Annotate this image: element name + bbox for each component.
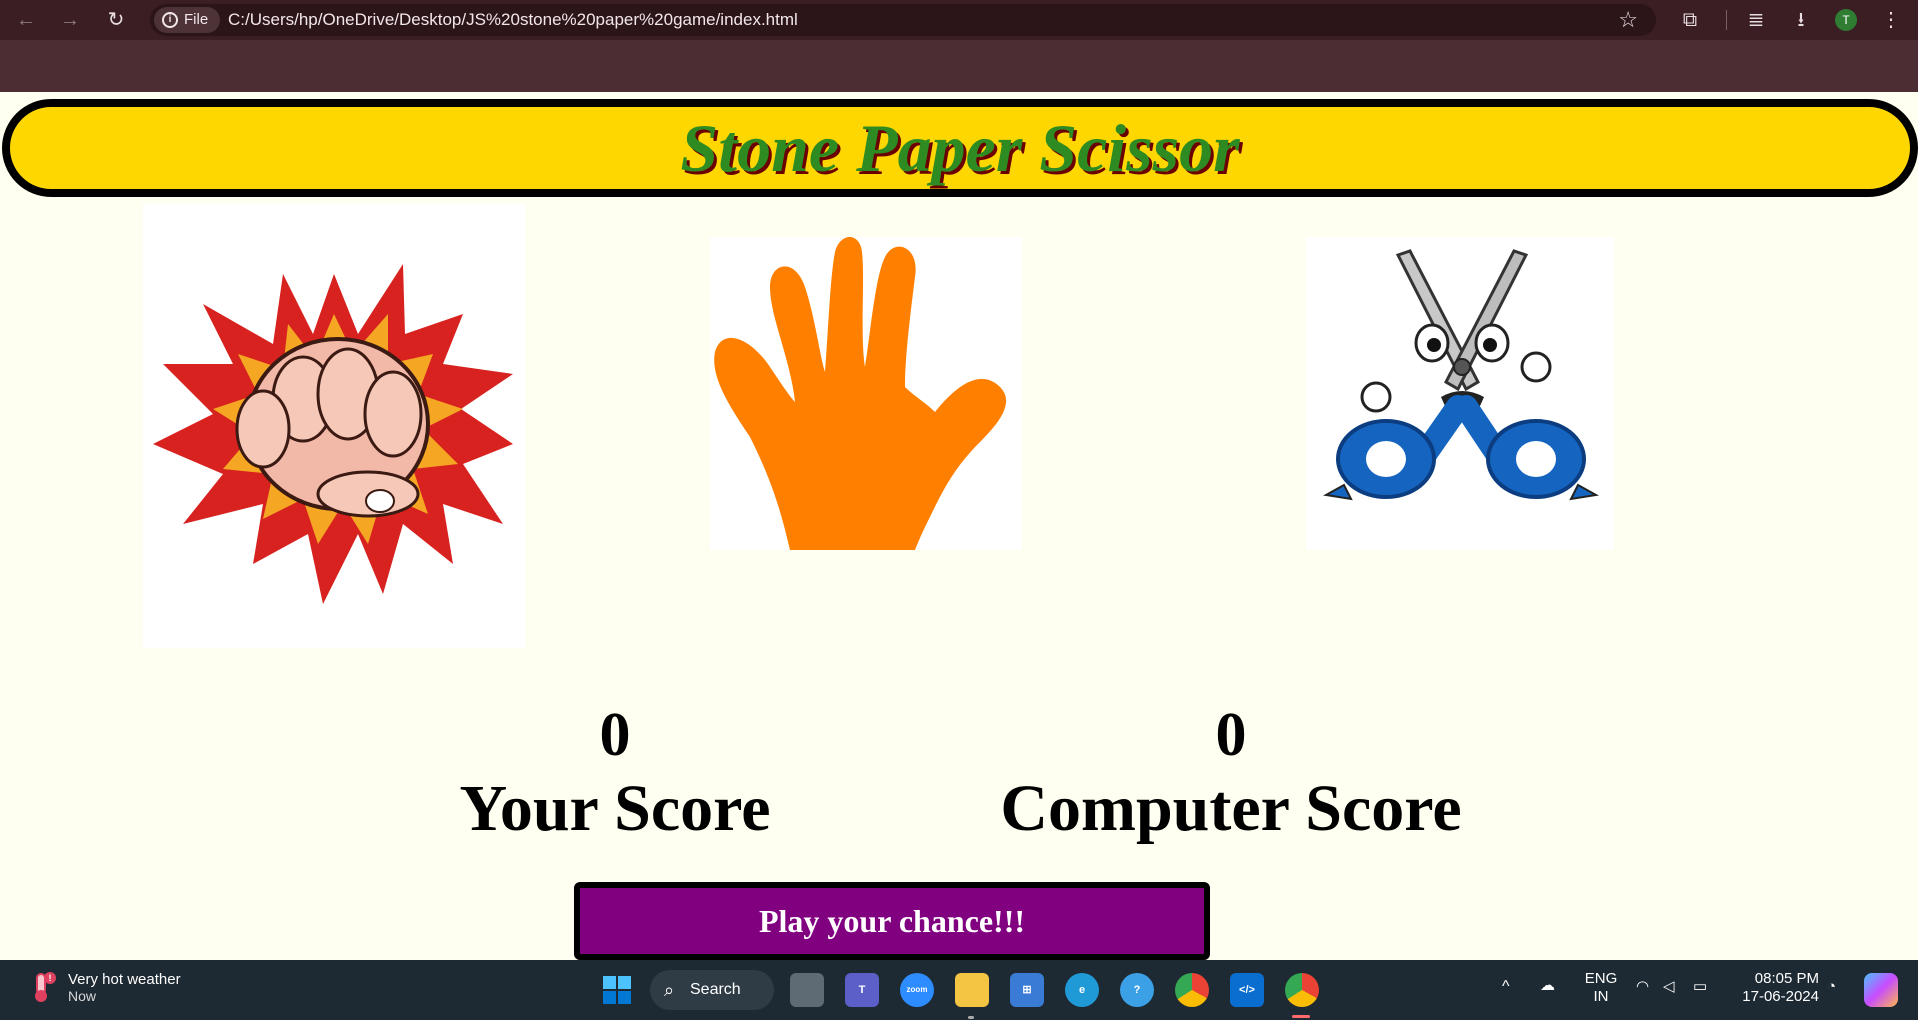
- weather-subtitle: Now: [68, 987, 97, 1004]
- title-banner: Stone Paper Scissor: [2, 99, 1918, 197]
- chrome-icon[interactable]: [1175, 973, 1209, 1007]
- computer-score-label: Computer Score: [1000, 772, 1462, 845]
- running-indicator: [968, 1016, 974, 1019]
- cartoon-scissors-icon: [1322, 249, 1600, 501]
- choice-stone[interactable]: [143, 204, 525, 648]
- language-label: ENG: [1584, 970, 1618, 987]
- extensions-icon[interactable]: ⧉: [1676, 6, 1704, 34]
- profile-avatar[interactable]: T: [1835, 9, 1857, 31]
- help-icon[interactable]: ?: [1120, 973, 1154, 1007]
- vscode-icon[interactable]: </>: [1230, 973, 1264, 1007]
- search-label: Search: [690, 981, 741, 998]
- teams-icon[interactable]: T: [845, 973, 879, 1007]
- task-view-icon[interactable]: [790, 973, 824, 1007]
- chevron-up-icon[interactable]: ^: [1502, 978, 1510, 996]
- file-explorer-icon[interactable]: [955, 973, 989, 1007]
- computer-score-value: 0: [1215, 701, 1247, 769]
- fist-punch-icon: [153, 264, 513, 604]
- weather-widget[interactable]: ! Very hot weather Now: [24, 970, 181, 1004]
- page-title: Stone Paper Scissor: [680, 110, 1240, 186]
- clock-time: 08:05 PM: [1754, 970, 1819, 987]
- clock[interactable]: 08:05 PM 17-06-2024: [1733, 970, 1819, 1006]
- message-box: Play your chance!!!: [574, 882, 1210, 960]
- forward-arrow-icon[interactable]: →: [56, 6, 84, 34]
- reload-icon[interactable]: ↻: [102, 6, 130, 34]
- info-icon: i: [162, 12, 178, 28]
- user-score-label: Your Score: [459, 772, 771, 845]
- onedrive-icon[interactable]: ☁: [1540, 977, 1555, 995]
- clock-date: 17-06-2024: [1742, 988, 1819, 1005]
- volume-icon[interactable]: ◁: [1663, 978, 1675, 996]
- orange-hand-icon: [714, 237, 1007, 550]
- bookmark-star-icon[interactable]: ☆: [1618, 8, 1638, 32]
- microsoft-store-icon[interactable]: ⊞: [1010, 973, 1044, 1007]
- battery-icon[interactable]: ▭: [1693, 978, 1707, 996]
- active-app-indicator: [1292, 1015, 1310, 1018]
- toolbar-separator: [1726, 10, 1727, 30]
- svg-text:!: !: [49, 973, 52, 983]
- site-info-chip[interactable]: i File: [154, 7, 221, 33]
- browser-toolbar: ← → ↻ i File C:/Users/hp/OneDrive/Deskto…: [0, 0, 1918, 40]
- search-icon: ⌕: [664, 980, 675, 1000]
- choice-paper[interactable]: [710, 237, 1022, 550]
- chrome-active-icon[interactable]: [1285, 973, 1319, 1007]
- file-chip-label: File: [184, 11, 209, 28]
- notification-icon[interactable]: ◔: [1827, 978, 1836, 996]
- region-label: IN: [1593, 988, 1609, 1005]
- taskbar-search[interactable]: ⌕ Search: [650, 970, 774, 1010]
- address-bar[interactable]: i File C:/Users/hp/OneDrive/Desktop/JS%2…: [150, 4, 1656, 36]
- media-controls-icon[interactable]: ≣: [1742, 6, 1770, 34]
- windows-taskbar: ! Very hot weather Now ⌕ Search T zoom ⊞…: [0, 960, 1918, 1020]
- zoom-icon[interactable]: zoom: [900, 973, 934, 1007]
- weather-title: Very hot weather: [68, 970, 181, 988]
- language-indicator[interactable]: ENG IN: [1583, 970, 1619, 1006]
- wifi-icon[interactable]: ◠: [1636, 978, 1649, 996]
- edge-icon[interactable]: e: [1065, 973, 1099, 1007]
- windows-start-icon[interactable]: [600, 973, 634, 1007]
- thermometer-icon: !: [24, 970, 58, 1004]
- choice-scissor[interactable]: [1306, 237, 1614, 550]
- download-icon[interactable]: ⭳: [1787, 6, 1815, 34]
- back-arrow-icon[interactable]: ←: [12, 6, 40, 34]
- more-menu-icon[interactable]: ⋮: [1877, 6, 1905, 34]
- user-score-value: 0: [599, 701, 631, 769]
- url-text[interactable]: C:/Users/hp/OneDrive/Desktop/JS%20stone%…: [228, 4, 798, 36]
- copilot-icon[interactable]: [1864, 973, 1898, 1007]
